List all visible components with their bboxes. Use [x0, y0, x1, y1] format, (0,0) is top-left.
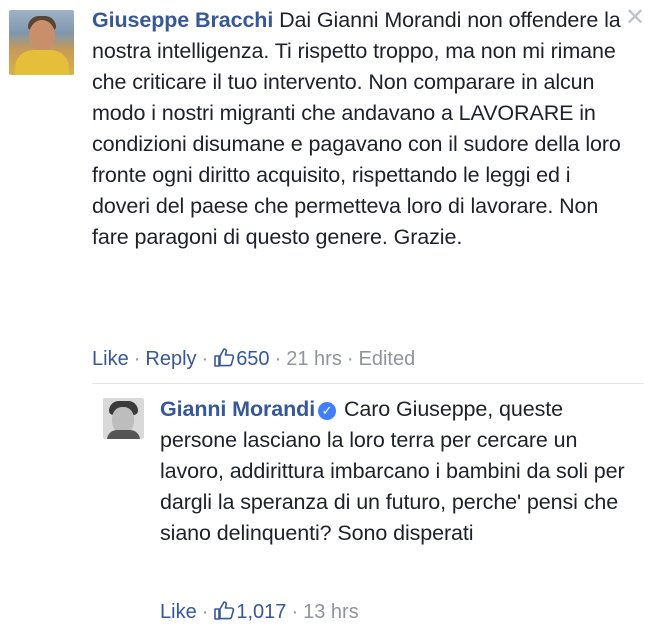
thumbs-up-icon — [214, 348, 235, 367]
reply-divider — [92, 383, 644, 384]
comment-body: Giuseppe Bracchi Dai Gianni Morandi non … — [92, 5, 632, 253]
reaction-count[interactable]: 650 — [213, 348, 270, 370]
timestamp[interactable]: 13 hrs — [303, 601, 359, 623]
reply-actions: Like · 1,017 · 13 hrs — [160, 601, 359, 623]
like-count: 650 — [236, 348, 270, 370]
edited-label[interactable]: Edited — [359, 348, 416, 370]
close-icon[interactable]: ✕ — [625, 6, 645, 30]
timestamp[interactable]: 21 hrs — [286, 348, 342, 370]
reaction-count[interactable]: 1,017 — [213, 601, 286, 623]
like-button[interactable]: Like — [92, 348, 129, 370]
like-button[interactable]: Like — [160, 601, 197, 623]
author-name-giuseppe[interactable]: Giuseppe Bracchi — [92, 8, 273, 32]
avatar-giuseppe[interactable] — [9, 10, 74, 75]
comment-text: Dai Gianni Morandi non offendere la nost… — [92, 8, 621, 249]
verified-badge-icon: ✓ — [318, 402, 337, 420]
comment-actions: Like · Reply · 650 · 21 hrs · Edited — [92, 348, 416, 370]
reply-button[interactable]: Reply — [145, 348, 196, 370]
thumbs-up-icon — [214, 601, 235, 620]
reply-body: Gianni Morandi ✓ Caro Giuseppe, queste pe… — [160, 394, 630, 549]
avatar-gianni[interactable] — [103, 398, 144, 439]
like-count: 1,017 — [236, 601, 287, 623]
author-name-gianni[interactable]: Gianni Morandi — [160, 397, 315, 421]
